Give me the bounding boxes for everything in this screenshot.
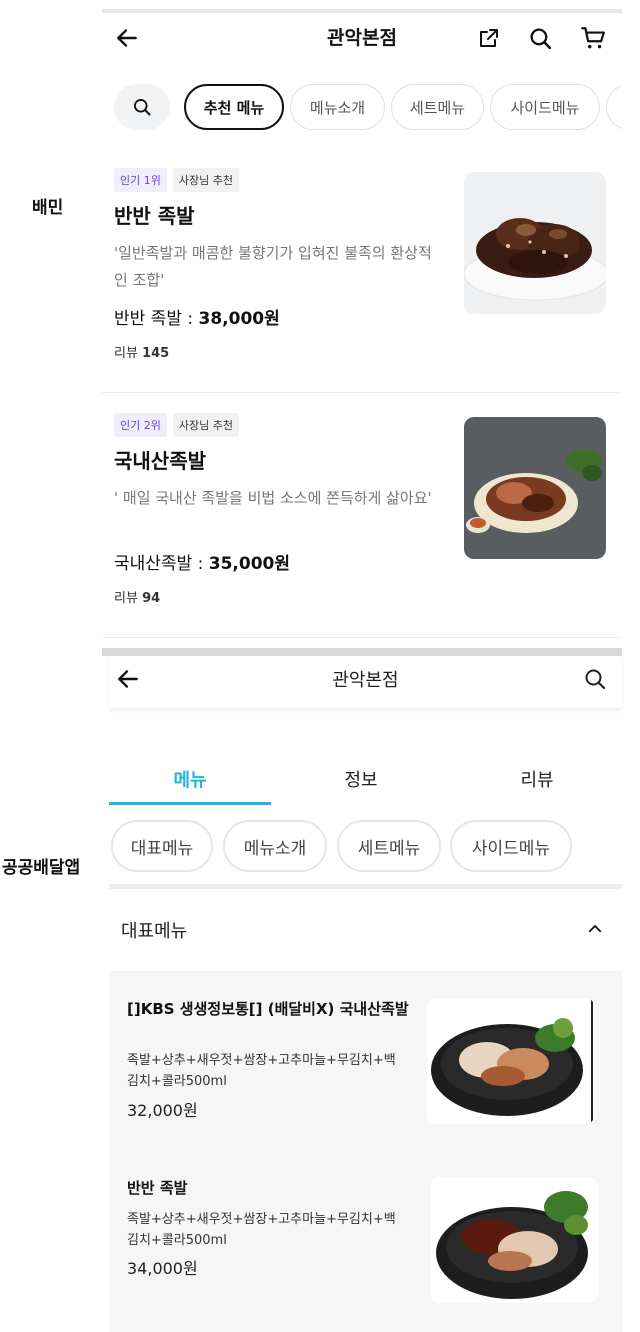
chip-more[interactable] (606, 84, 622, 130)
menu-photo (464, 417, 606, 559)
search-icon[interactable] (578, 662, 612, 696)
tab-info[interactable]: 정보 (280, 752, 442, 806)
item-divider (102, 637, 622, 638)
chip-side-menu[interactable]: 사이드메뉴 (490, 84, 600, 130)
public-app-header: 관악본점 (109, 656, 622, 708)
chip-set-menu[interactable]: 세트메뉴 (391, 84, 484, 130)
menu-item[interactable]: 인기 1위 사장님 추천 반반 족발 '일반족발과 매콤한 불향기가 입혀진 불… (102, 148, 622, 392)
menu-price: 34,000원 (127, 1259, 198, 1278)
review-count: 리뷰 145 (114, 346, 170, 361)
public-app-screen: 관악본점 메뉴 정보 리뷰 대표메뉴 메뉴소개 세트메뉴 사이드메뉴 대표메뉴 … (109, 656, 622, 1332)
badges: 인기 2위 사장님 추천 (114, 413, 239, 437)
menu-item[interactable]: 인기 2위 사장님 추천 국내산족발 ' 매일 국내산 족발을 비법 소스에 쫀… (102, 393, 622, 637)
label-baemin: 배민 (32, 198, 64, 218)
chip-signature-menu[interactable]: 대표메뉴 (111, 820, 213, 872)
search-icon (134, 99, 151, 116)
menu-name: []KBS 생생정보통[] (배달비X) 국내산족발 (127, 1000, 409, 1018)
tab-reviews[interactable]: 리뷰 (456, 752, 618, 806)
rank-badge: 인기 1위 (114, 168, 167, 192)
chip-menu-intro[interactable]: 메뉴소개 (290, 84, 385, 130)
menu-description: 족발+상추+새우젓+쌈장+고추마늘+무김치+백김치+콜라500ml (127, 1212, 396, 1248)
menu-photo (427, 998, 595, 1124)
active-tab-indicator (109, 802, 271, 805)
section-header[interactable]: 대표메뉴 (109, 889, 622, 971)
baemin-screen: 관악본점 추천 메뉴 메뉴소개 세트메뉴 사이드메뉴 인기 1위 사장님 추천 … (102, 0, 622, 648)
menu-name: 국내산족발 (114, 449, 206, 473)
baemin-header: 관악본점 (102, 13, 622, 63)
tab-menu[interactable]: 메뉴 (109, 752, 271, 806)
chip-set-menu[interactable]: 세트메뉴 (337, 820, 441, 872)
label-public-app: 공공배달앱 (2, 858, 81, 878)
menu-description: ' 매일 국내산 족발을 비법 소스에 쫀득하게 삶아요' (114, 489, 432, 507)
chevron-up-icon[interactable] (583, 917, 607, 941)
rank-badge: 인기 2위 (114, 413, 167, 437)
menu-list: []KBS 생생정보통[] (배달비X) 국내산족발 족발+상추+새우젓+쌈장+… (109, 971, 622, 1332)
menu-description: '일반족발과 매콤한 불향기가 입혀진 불족의 환상적인 조합' (114, 244, 432, 289)
search-icon[interactable] (523, 21, 557, 55)
share-icon[interactable] (472, 21, 506, 55)
menu-photo (464, 172, 606, 314)
menu-name: 반반 족발 (114, 204, 195, 228)
menu-item[interactable]: []KBS 생생정보통[] (배달비X) 국내산족발 족발+상추+새우젓+쌈장+… (109, 971, 622, 1147)
owner-pick-badge: 사장님 추천 (172, 413, 239, 437)
menu-photo (430, 1177, 598, 1303)
menu-price: 국내산족발 : 35,000원 (114, 554, 290, 574)
screenshot-separator (102, 648, 622, 656)
menu-item[interactable]: 반반 족발 족발+상추+새우젓+쌈장+고추마늘+무김치+백김치+콜라500ml … (109, 1147, 622, 1332)
cart-icon[interactable] (576, 21, 610, 55)
owner-pick-badge: 사장님 추천 (172, 168, 239, 192)
section-title: 대표메뉴 (121, 921, 188, 942)
chip-side-menu[interactable]: 사이드메뉴 (450, 820, 572, 872)
menu-name: 반반 족발 (127, 1179, 188, 1197)
tab-bar: 메뉴 정보 리뷰 (109, 752, 622, 806)
review-count: 리뷰 94 (114, 591, 161, 606)
menu-description: 족발+상추+새우젓+쌈장+고추마늘+무김치+백김치+콜라500ml (127, 1053, 396, 1089)
chip-menu-intro[interactable]: 메뉴소개 (223, 820, 327, 872)
badges: 인기 1위 사장님 추천 (114, 168, 239, 192)
category-chips: 추천 메뉴 메뉴소개 세트메뉴 사이드메뉴 (114, 84, 622, 130)
chip-recommended[interactable]: 추천 메뉴 (184, 84, 284, 130)
menu-search-button[interactable] (114, 84, 170, 130)
menu-price: 반반 족발 : 38,000원 (114, 309, 280, 329)
menu-price: 32,000원 (127, 1101, 198, 1120)
store-title: 관악본점 (332, 670, 399, 691)
